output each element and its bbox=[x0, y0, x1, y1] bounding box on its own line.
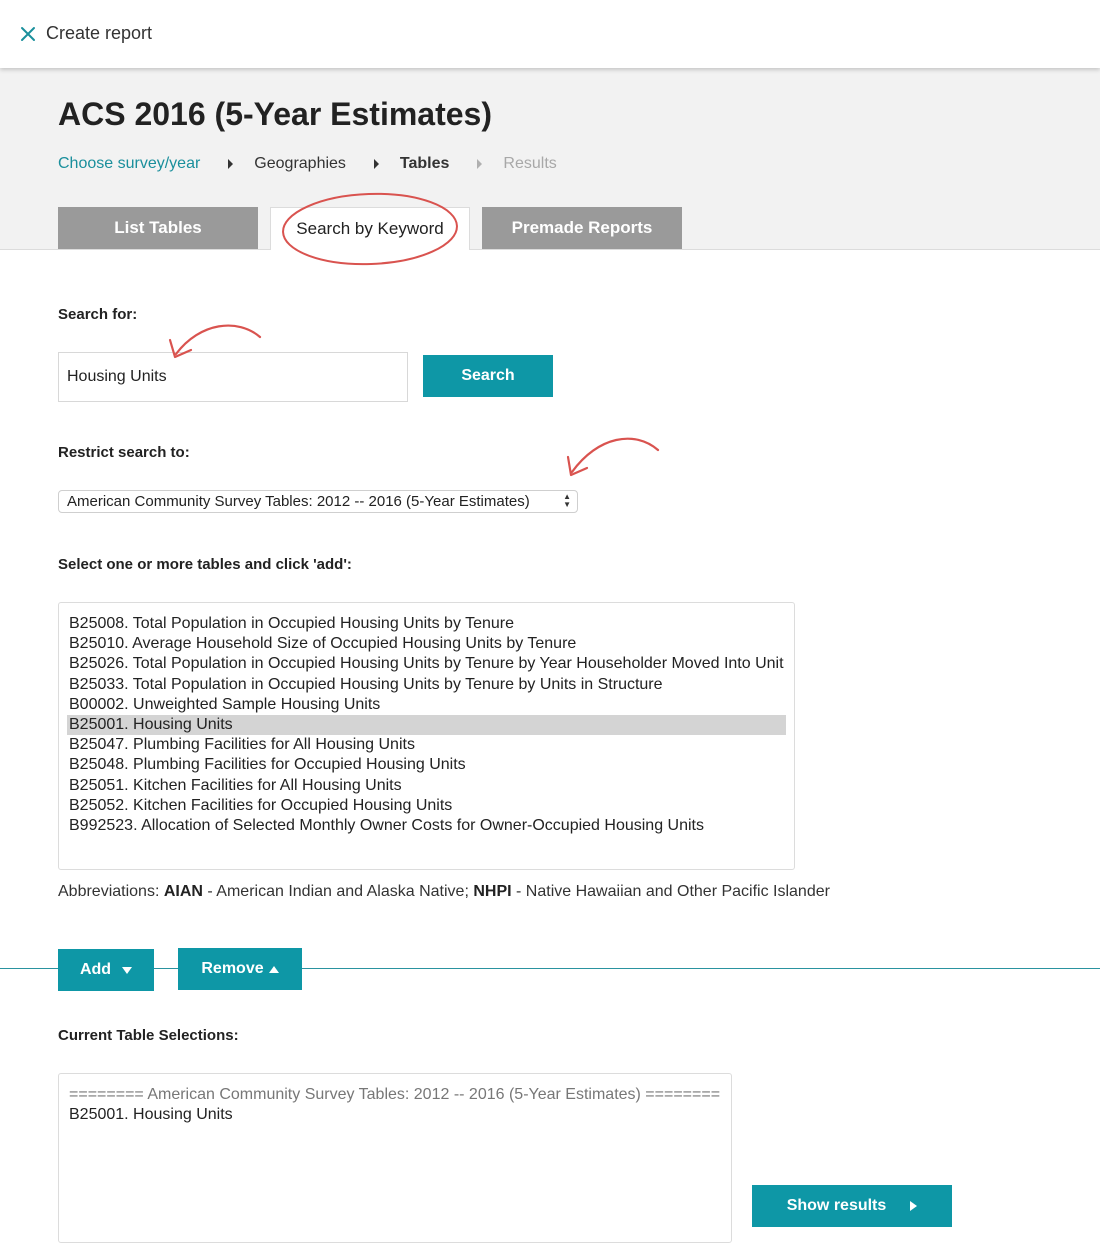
tab-list-tables[interactable]: List Tables bbox=[58, 207, 258, 249]
breadcrumb-choose-survey[interactable]: Choose survey/year bbox=[58, 155, 200, 173]
divider bbox=[0, 968, 1100, 969]
show-results-label: Show results bbox=[786, 1197, 887, 1214]
list-item[interactable]: B25010. Average Household Size of Occupi… bbox=[67, 634, 786, 654]
breadcrumb-arrow-icon bbox=[373, 159, 379, 169]
search-label: Search for: bbox=[58, 306, 138, 323]
remove-button-label: Remove bbox=[201, 960, 264, 977]
page-title: ACS 2016 (5-Year Estimates) bbox=[58, 96, 492, 132]
add-button-label: Add bbox=[79, 961, 112, 978]
tables-label: Select one or more tables and click 'add… bbox=[58, 556, 352, 573]
abbr-aian: AIAN bbox=[163, 883, 203, 900]
report-header: ACS 2016 (5-Year Estimates) Choose surve… bbox=[0, 68, 1100, 250]
abbr-aian-text: - American Indian and Alaska Native; bbox=[207, 883, 469, 900]
list-item[interactable]: B25026. Total Population in Occupied Hou… bbox=[67, 654, 786, 674]
select-arrows-icon: ▲ ▼ bbox=[563, 492, 571, 509]
annotation-arrowhead-restrict bbox=[566, 455, 589, 477]
annotation-arrow-search bbox=[174, 324, 262, 356]
breadcrumb-tables: Tables bbox=[399, 155, 450, 172]
breadcrumb-geographies[interactable]: Geographies bbox=[254, 155, 346, 173]
search-button[interactable]: Search bbox=[423, 355, 553, 397]
abbreviations-prefix: Abbreviations: bbox=[58, 883, 160, 900]
breadcrumb: Choose survey/year Geographies Tables Re… bbox=[58, 155, 557, 173]
remove-button[interactable]: Remove bbox=[178, 948, 302, 990]
breadcrumb-arrow-icon bbox=[228, 159, 234, 169]
abbr-nhpi-text: - Native Hawaiian and Other Pacific Isla… bbox=[516, 883, 830, 900]
close-icon[interactable] bbox=[18, 24, 38, 44]
caret-down-icon bbox=[122, 966, 133, 974]
add-button[interactable]: Add bbox=[58, 949, 154, 991]
current-section-header: ======== American Community Survey Table… bbox=[69, 1086, 721, 1103]
list-item[interactable]: B25001. Housing Units bbox=[69, 1105, 721, 1125]
tab-search-by-keyword[interactable]: Search by Keyword bbox=[270, 207, 470, 250]
list-item[interactable]: B25033. Total Population in Occupied Hou… bbox=[67, 675, 786, 695]
annotation-arrow-restrict bbox=[570, 437, 660, 474]
list-item[interactable]: B25051. Kitchen Facilities for All Housi… bbox=[67, 776, 786, 796]
list-item-selected[interactable]: B25001. Housing Units bbox=[67, 714, 786, 736]
abbreviations-note: Abbreviations: AIAN - American Indian an… bbox=[58, 883, 830, 901]
tab-premade-reports[interactable]: Premade Reports bbox=[482, 207, 682, 249]
tables-listbox[interactable]: B25008. Total Population in Occupied Hou… bbox=[58, 602, 795, 870]
restrict-select[interactable]: American Community Survey Tables: 2012 -… bbox=[58, 490, 578, 513]
restrict-label: Restrict search to: bbox=[58, 444, 190, 461]
list-item[interactable]: B00002. Unweighted Sample Housing Units bbox=[67, 695, 786, 715]
show-results-button[interactable]: Show results bbox=[752, 1185, 952, 1227]
caret-up-icon bbox=[268, 965, 279, 973]
breadcrumb-results: Results bbox=[503, 155, 557, 172]
top-bar: Create report bbox=[0, 0, 1100, 68]
list-item[interactable]: B25048. Plumbing Facilities for Occupied… bbox=[67, 755, 786, 775]
list-item[interactable]: B25008. Total Population in Occupied Hou… bbox=[67, 614, 786, 634]
abbr-nhpi: NHPI bbox=[473, 883, 512, 900]
list-item[interactable]: B992523. Allocation of Selected Monthly … bbox=[67, 816, 786, 836]
list-item[interactable]: B25047. Plumbing Facilities for All Hous… bbox=[67, 735, 786, 755]
restrict-select-value: American Community Survey Tables: 2012 -… bbox=[67, 493, 530, 510]
current-selections-box[interactable]: ======== American Community Survey Table… bbox=[58, 1073, 732, 1243]
search-input[interactable] bbox=[58, 352, 408, 402]
play-arrow-icon bbox=[910, 1201, 918, 1211]
current-selections-label: Current Table Selections: bbox=[58, 1027, 239, 1044]
list-item[interactable]: B25052. Kitchen Facilities for Occupied … bbox=[67, 796, 786, 816]
top-bar-title: Create report bbox=[46, 23, 153, 43]
breadcrumb-arrow-icon bbox=[477, 159, 483, 169]
